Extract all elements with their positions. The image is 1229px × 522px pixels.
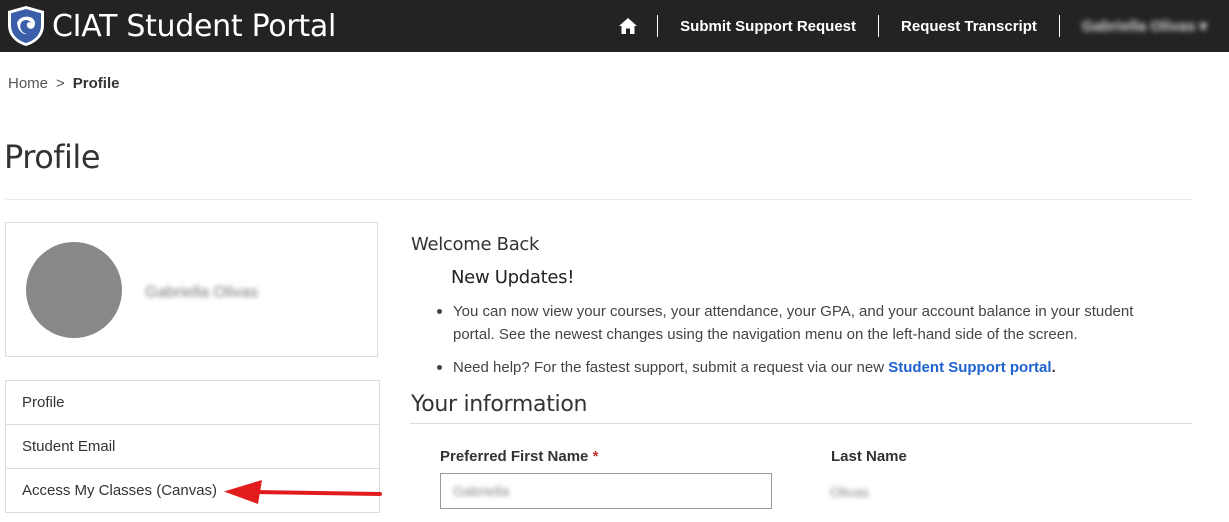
side-menu-item-profile[interactable]: Profile [6, 381, 379, 425]
student-support-portal-link[interactable]: Student Support portal [888, 359, 1051, 376]
submit-support-request-link[interactable]: Submit Support Request [658, 18, 878, 35]
your-information-heading: Your information [411, 392, 588, 417]
red-arrow-annotation-icon [224, 480, 382, 504]
welcome-text: Welcome Back [411, 234, 540, 255]
updates-heading: New Updates! [451, 267, 575, 288]
breadcrumb-home-link[interactable]: Home [8, 75, 48, 92]
preferred-first-name-input[interactable]: Gabriella [440, 473, 772, 509]
request-transcript-link[interactable]: Request Transcript [879, 18, 1059, 35]
update-item: Need help? For the fastest support, subm… [436, 356, 1176, 379]
profile-card: Gabriella Olivas [5, 222, 378, 357]
update-item: You can now view your courses, your atte… [436, 300, 1176, 346]
last-name-value: Olivas [830, 484, 869, 500]
nav-links: Submit Support Request Request Transcrip… [599, 0, 1229, 52]
last-name-label: Last Name [831, 448, 907, 465]
breadcrumb-separator: > [56, 75, 65, 92]
side-menu-item-student-email[interactable]: Student Email [6, 425, 379, 469]
required-marker: * [592, 448, 599, 465]
first-name-value: Gabriella [453, 483, 510, 499]
brand[interactable]: CIAT Student Portal [6, 5, 336, 47]
title-divider [6, 199, 1192, 200]
updates-list: You can now view your courses, your atte… [436, 300, 1176, 389]
page-title: Profile [4, 138, 101, 176]
app-title: CIAT Student Portal [52, 8, 336, 44]
top-navbar: CIAT Student Portal Submit Support Reque… [0, 0, 1229, 52]
first-name-label: Preferred First Name * [440, 448, 599, 465]
profile-name: Gabriella Olivas [145, 284, 258, 301]
avatar [26, 242, 122, 338]
section-divider [410, 423, 1192, 424]
user-name: Gabriella Olivas ▾ [1081, 18, 1207, 35]
home-icon [619, 18, 638, 34]
breadcrumb: Home > Profile [8, 75, 119, 92]
shield-logo-icon [8, 6, 44, 46]
user-menu[interactable]: Gabriella Olivas ▾ [1060, 0, 1229, 52]
home-button[interactable] [599, 0, 657, 52]
breadcrumb-current: Profile [72, 75, 120, 92]
chevron-down-icon: ▾ [1199, 18, 1207, 35]
